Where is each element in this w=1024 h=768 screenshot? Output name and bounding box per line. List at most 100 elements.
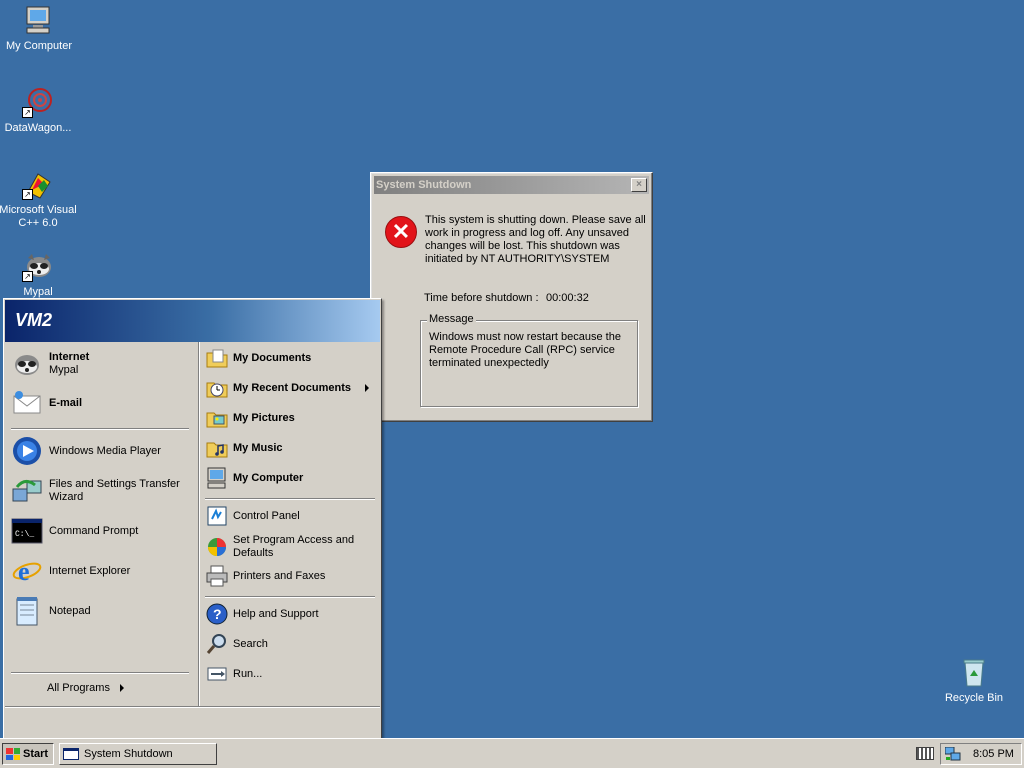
start-item-my-documents[interactable]: My Documents <box>205 346 311 370</box>
arrow-right-icon <box>364 384 369 392</box>
time-before-shutdown-value: 00:00:32 <box>546 292 589 304</box>
start-item-help-and-support[interactable]: ? Help and Support <box>205 602 319 626</box>
start-item-label: Notepad <box>49 604 91 617</box>
start-item-command-prompt[interactable]: C:\_ Command Prompt <box>11 515 138 547</box>
message-groupbox: Message Windows must now restart because… <box>420 313 638 407</box>
system-shutdown-dialog: System Shutdown × ✕ This system is shutt… <box>370 172 653 422</box>
system-tray: 8:05 PM <box>940 743 1022 765</box>
start-item-printers-and-faxes[interactable]: Printers and Faxes <box>205 564 325 588</box>
email-icon <box>11 387 43 419</box>
recycle-bin-icon <box>958 656 990 688</box>
start-button[interactable]: Start <box>2 743 54 765</box>
svg-text:?: ? <box>213 606 222 622</box>
windows-logo-icon <box>6 748 20 760</box>
start-label: Start <box>23 748 49 760</box>
my-music-icon <box>205 436 229 460</box>
start-item-label: My Documents <box>233 351 312 364</box>
command-prompt-icon: C:\_ <box>11 515 43 547</box>
close-icon: × <box>636 179 642 190</box>
printers-icon <box>205 564 229 588</box>
start-item-label: Run... <box>233 667 263 680</box>
mypal-icon: ↗ <box>22 250 54 282</box>
start-menu: VM2 Internet Mypal E-mail Windows Media … <box>3 298 382 742</box>
start-item-search[interactable]: Search <box>205 632 268 656</box>
start-item-my-music[interactable]: My Music <box>205 436 283 460</box>
media-player-icon <box>11 435 43 467</box>
shutdown-message: This system is shutting down. Please sav… <box>425 214 646 265</box>
start-item-label: Search <box>233 637 268 650</box>
program-access-icon <box>205 535 229 559</box>
start-item-label: E-mail <box>49 396 83 409</box>
start-item-sublabel: Mypal <box>49 364 79 376</box>
recent-documents-icon <box>205 376 229 400</box>
visual-cpp-icon: ↗ <box>22 168 54 200</box>
network-icon[interactable] <box>944 746 961 761</box>
dialog-titlebar[interactable]: System Shutdown × <box>374 176 649 194</box>
start-item-transfer-wizard[interactable]: Files and Settings Transfer Wizard <box>11 475 195 507</box>
start-menu-left-pane: Internet Mypal E-mail Windows Media Play… <box>5 342 195 706</box>
start-menu-right-pane: My Documents My Recent Documents My Pict… <box>198 342 381 706</box>
my-computer-icon <box>205 466 229 490</box>
start-item-my-computer[interactable]: My Computer <box>205 466 303 490</box>
start-item-label: My Recent Documents <box>233 381 351 394</box>
separator <box>11 672 189 674</box>
start-item-email[interactable]: E-mail <box>11 387 82 419</box>
my-pictures-icon <box>205 406 229 430</box>
close-button[interactable]: × <box>631 178 647 192</box>
all-programs-label: All Programs <box>47 682 110 694</box>
start-item-my-recent-documents[interactable]: My Recent Documents <box>205 376 380 400</box>
desktop-icon-label: My Computer <box>5 40 73 52</box>
start-item-notepad[interactable]: Notepad <box>11 595 91 627</box>
desktop-icon-label: Microsoft Visual C++ 6.0 <box>0 204 77 229</box>
taskbar: Start System Shutdown 8:05 PM <box>0 738 1024 768</box>
all-programs-button[interactable]: All Programs <box>47 682 124 694</box>
svg-text:C:\_: C:\_ <box>15 530 34 539</box>
desktop-icon-datawagon[interactable]: ↗ DataWagon... <box>0 86 78 135</box>
shortcut-arrow-icon: ↗ <box>22 271 33 282</box>
keyboard-icon[interactable] <box>916 747 934 760</box>
start-item-program-access[interactable]: Set Program Access and Defaults <box>205 534 365 560</box>
start-item-label: Help and Support <box>233 607 319 620</box>
shortcut-arrow-icon: ↗ <box>22 107 33 118</box>
start-menu-footer <box>5 706 380 740</box>
clock[interactable]: 8:05 PM <box>973 748 1014 760</box>
help-icon: ? <box>205 602 229 626</box>
start-item-label: Command Prompt <box>49 524 139 537</box>
desktop-icon-my-computer[interactable]: My Computer <box>0 4 79 53</box>
taskbar-button-system-shutdown[interactable]: System Shutdown <box>59 743 217 765</box>
start-item-label: Windows Media Player <box>49 444 161 457</box>
notepad-icon <box>11 595 43 627</box>
start-item-label: Files and Settings Transfer Wizard <box>49 478 180 503</box>
desktop-icon-visual-cpp[interactable]: ↗ Microsoft Visual C++ 6.0 <box>0 168 78 230</box>
start-item-my-pictures[interactable]: My Pictures <box>205 406 295 430</box>
desktop-icon-mypal[interactable]: ↗ Mypal <box>0 250 78 299</box>
start-item-label: My Music <box>233 441 283 454</box>
run-icon <box>205 662 229 686</box>
internet-explorer-icon: e <box>11 555 43 587</box>
desktop-icon-label: DataWagon... <box>4 122 72 134</box>
start-item-control-panel[interactable]: Control Panel <box>205 504 300 528</box>
start-item-label: Internet Explorer <box>49 564 131 577</box>
start-item-label: My Computer <box>233 471 304 484</box>
message-group-label: Message <box>427 313 476 325</box>
start-item-windows-media-player[interactable]: Windows Media Player <box>11 435 161 467</box>
desktop-icon-recycle-bin[interactable]: Recycle Bin <box>934 656 1014 705</box>
time-before-shutdown-label: Time before shutdown : <box>424 292 539 304</box>
window-icon <box>63 748 79 760</box>
separator <box>11 428 189 430</box>
arrow-right-icon <box>119 684 124 692</box>
user-name: VM2 <box>15 310 53 330</box>
start-item-label: Set Program Access and Defaults <box>233 534 355 559</box>
taskbar-button-label: System Shutdown <box>84 748 173 760</box>
separator <box>205 498 375 500</box>
start-item-label: Control Panel <box>233 509 300 522</box>
separator <box>205 596 375 598</box>
start-item-label: My Pictures <box>233 411 295 424</box>
start-item-internet[interactable]: Internet Mypal <box>11 348 89 380</box>
start-item-label: Printers and Faxes <box>233 569 326 582</box>
start-item-label: Internet <box>49 351 90 363</box>
start-item-internet-explorer[interactable]: e Internet Explorer <box>11 555 130 587</box>
search-icon <box>205 632 229 656</box>
control-panel-icon <box>205 504 229 528</box>
start-item-run[interactable]: Run... <box>205 662 262 686</box>
